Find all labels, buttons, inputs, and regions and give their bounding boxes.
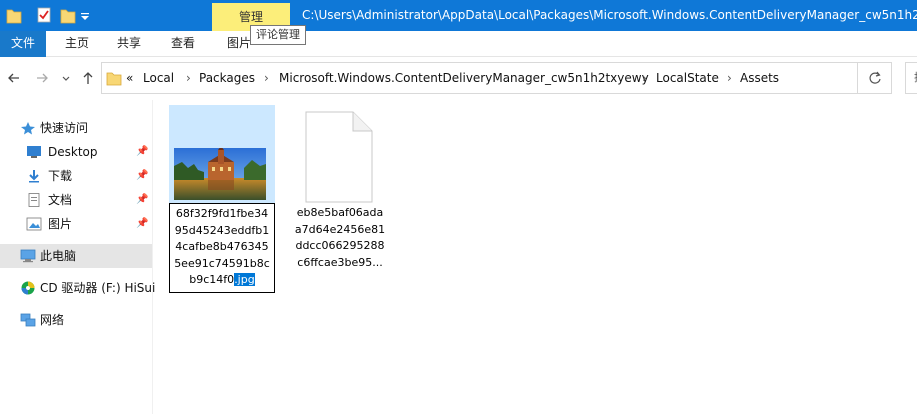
tooltip: 评论管理 [250,25,306,45]
address-row: « Local › Packages › Microsoft.Windows.C… [0,57,917,99]
breadcrumb-assets[interactable]: Assets [740,63,779,93]
pictures-icon [26,217,42,231]
file-name-line: ddcc066295288 [295,239,385,252]
network-icon [20,313,36,327]
cd-drive-icon [21,281,35,295]
selected-extension[interactable]: .jpg [234,273,255,286]
file-name-line: 4cafbe8b476345 [175,240,269,253]
tab-file[interactable]: 文件 [0,31,46,57]
nav-item-label: 快速访问 [40,121,89,135]
nav-item-label: 下载 [48,169,73,183]
nav-item-label: 文档 [48,193,73,207]
recent-locations-chevron-icon[interactable] [60,69,72,87]
refresh-button[interactable] [858,62,892,94]
file-name-line: c6ffcae3be95... [297,255,383,269]
download-icon [29,170,39,183]
pin-icon[interactable]: 📌 [136,212,148,236]
breadcrumb-localstate[interactable]: LocalState [656,63,719,93]
computer-icon [20,249,36,263]
customize-toolbar-dropdown-icon[interactable] [80,6,90,24]
new-folder-icon[interactable] [60,6,76,24]
document-icon [28,193,40,207]
file-name-text: b9c14f0 [189,273,235,286]
desktop-icon [27,146,41,158]
file-name-line: 68f32f9fd1fbe34 [175,207,269,220]
tab-share[interactable]: 共享 [104,31,154,57]
nav-item-label: CD 驱动器 (F:) HiSui [40,281,156,295]
blank-file-icon[interactable] [305,111,373,203]
breadcrumb-packages[interactable]: Packages [199,63,255,93]
forward-arrow-icon[interactable] [33,69,51,87]
nav-item-label: Desktop [48,145,98,159]
star-icon [21,122,35,135]
breadcrumb-separator[interactable]: › [642,63,647,93]
nav-item-this-pc[interactable]: 此电脑 [0,244,152,268]
search-box[interactable]: 搜 [905,62,917,94]
nav-item-pictures[interactable]: 图片 📌 [0,212,152,236]
breadcrumb-separator[interactable]: › [264,63,269,93]
file-item[interactable]: eb8e5baf06ada a7d64e2456e81 ddcc06629528… [288,105,392,275]
file-name-line: a7d64e2456e81 [294,222,386,236]
nav-item-documents[interactable]: 文档 📌 [0,188,152,212]
nav-item-label: 图片 [48,217,73,231]
rename-textbox[interactable]: 68f32f9fd1fbe34 95d45243eddfb1 4cafbe8b4… [169,203,275,293]
back-arrow-icon[interactable] [5,69,23,87]
pane-divider[interactable] [152,100,153,414]
file-name: eb8e5baf06ada a7d64e2456e81 ddcc06629528… [288,205,392,271]
nav-item-downloads[interactable]: 下载 📌 [0,164,152,188]
tab-view[interactable]: 查看 [158,31,208,57]
breadcrumb-separator[interactable]: › [727,63,732,93]
folder-icon [106,72,122,86]
pin-icon[interactable]: 📌 [136,188,148,212]
breadcrumb-contentdeliverymanager[interactable]: Microsoft.Windows.ContentDeliveryManager… [279,63,649,93]
file-name-line: eb8e5baf06ada [296,206,384,219]
properties-icon[interactable] [36,6,52,24]
title-bar: 管理 C:\Users\Administrator\AppData\Local\… [0,0,917,31]
address-bar[interactable]: « Local › Packages › Microsoft.Windows.C… [101,62,858,94]
nav-item-quick-access[interactable]: 快速访问 [0,116,152,140]
file-item[interactable]: 68f32f9fd1fbe34 95d45243eddfb1 4cafbe8b4… [169,105,275,293]
nav-item-desktop[interactable]: Desktop 📌 [0,140,152,164]
window-title-path: C:\Users\Administrator\AppData\Local\Pac… [302,8,917,22]
tab-home[interactable]: 主页 [52,31,102,57]
nav-item-label: 此电脑 [40,249,77,263]
image-thumbnail[interactable] [174,148,266,200]
breadcrumb-separator[interactable]: › [186,63,191,93]
pin-icon[interactable]: 📌 [136,164,148,188]
up-arrow-icon[interactable] [79,69,97,87]
refresh-icon [868,71,881,84]
folder-icon[interactable] [6,6,22,24]
pin-icon[interactable]: 📌 [136,140,148,164]
navigation-pane: 快速访问 Desktop 📌 下载 📌 文档 📌 图片 📌 此电脑 CD 驱动器… [0,100,156,414]
breadcrumb-local[interactable]: Local [143,63,174,93]
file-name-line: 95d45243eddfb1 [174,223,270,237]
nav-item-cd-drive[interactable]: CD 驱动器 (F:) HiSui [0,276,156,300]
nav-item-network[interactable]: 网络 [0,308,152,332]
file-name-line: 5ee91c74591b8c [174,256,270,270]
breadcrumb-overflow[interactable]: « [126,63,133,93]
ribbon-tabs: 文件 主页 共享 查看 图片 [0,31,917,57]
file-name-line: b9c14f0.jpg [170,272,274,289]
nav-item-label: 网络 [40,313,65,327]
